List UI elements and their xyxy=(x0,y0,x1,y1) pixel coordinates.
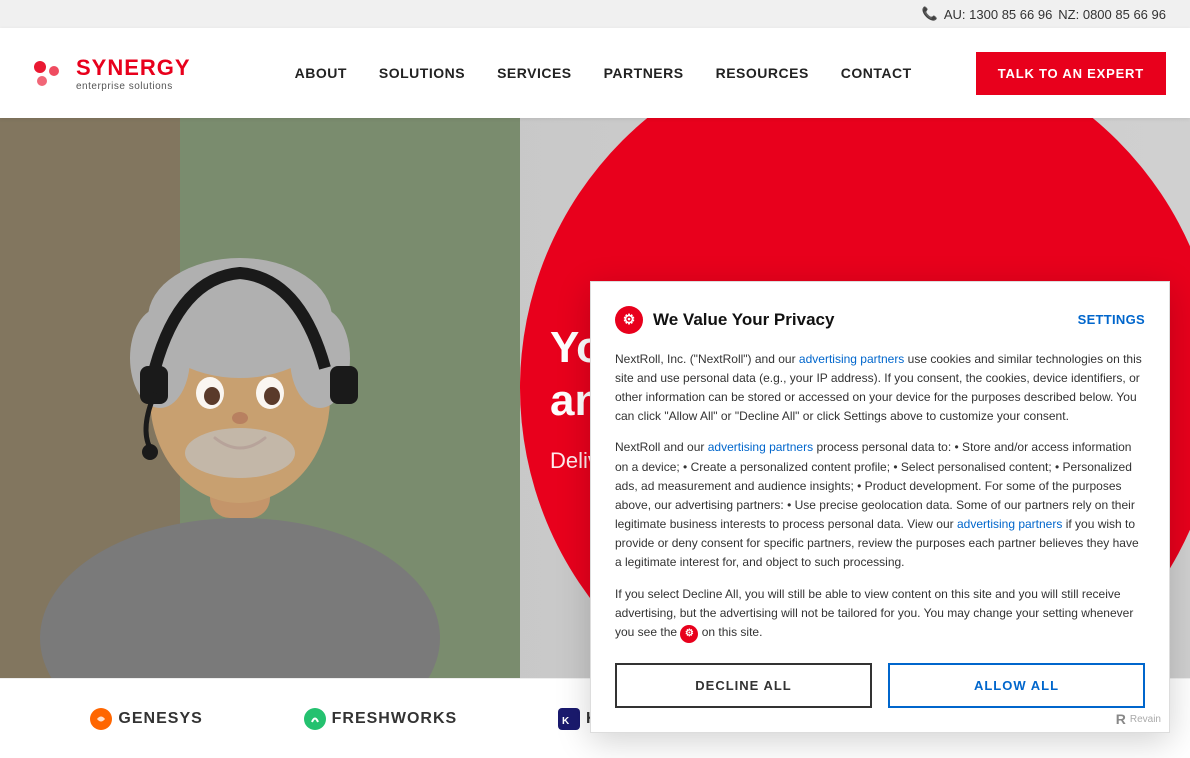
site-header: SYNERGY enterprise solutions ABOUT SOLUT… xyxy=(0,28,1190,118)
freshworks-icon xyxy=(304,708,326,730)
partner-freshworks: freshworks xyxy=(304,708,458,730)
privacy-title: We Value Your Privacy xyxy=(653,310,834,330)
nz-phone: NZ: 0800 85 66 96 xyxy=(1058,7,1166,22)
partner-genesys: GENESYS xyxy=(90,708,202,730)
genesys-icon xyxy=(90,708,112,730)
nav-resources[interactable]: RESOURCES xyxy=(716,65,809,81)
main-nav: ABOUT SOLUTIONS SERVICES PARTNERS RESOUR… xyxy=(231,65,976,81)
phone-info: 📞 AU: 1300 85 66 96 NZ: 0800 85 66 96 xyxy=(922,6,1166,22)
revain-badge: R Revain xyxy=(1116,711,1161,727)
logo-name: SYNERGY xyxy=(76,55,191,81)
privacy-title-group: ⚙ We Value Your Privacy xyxy=(615,306,834,334)
settings-icon-inline: ⚙ xyxy=(680,625,698,643)
privacy-settings-link[interactable]: SETTINGS xyxy=(1078,312,1145,327)
nav-about[interactable]: ABOUT xyxy=(295,65,347,81)
privacy-modal: ⚙ We Value Your Privacy SETTINGS NextRol… xyxy=(590,281,1170,733)
allow-all-button[interactable]: ALLOW ALL xyxy=(888,663,1145,708)
privacy-actions: DECLINE ALL ALLOW ALL xyxy=(615,663,1145,708)
kore-icon: k xyxy=(558,708,580,730)
advertising-partners-link-2[interactable]: advertising partners xyxy=(708,440,813,454)
advertising-partners-link-1[interactable]: advertising partners xyxy=(799,352,904,366)
decline-all-button[interactable]: DECLINE ALL xyxy=(615,663,872,708)
svg-text:k: k xyxy=(562,716,570,727)
privacy-body-2: NextRoll and our advertising partners pr… xyxy=(615,438,1145,572)
privacy-body-1: NextRoll, Inc. ("NextRoll") and our adve… xyxy=(615,350,1145,427)
logo-icon xyxy=(24,51,68,95)
nav-contact[interactable]: CONTACT xyxy=(841,65,912,81)
logo-sub: enterprise solutions xyxy=(76,81,191,92)
phone-icon: 📞 xyxy=(922,6,938,22)
nav-solutions[interactable]: SOLUTIONS xyxy=(379,65,465,81)
advertising-partners-link-3[interactable]: advertising partners xyxy=(957,517,1062,531)
privacy-logo-icon: ⚙ xyxy=(615,306,643,334)
nav-services[interactable]: SERVICES xyxy=(497,65,572,81)
logo-link[interactable]: SYNERGY enterprise solutions xyxy=(24,51,191,95)
nav-partners[interactable]: PARTNERS xyxy=(604,65,684,81)
privacy-header: ⚙ We Value Your Privacy SETTINGS xyxy=(615,306,1145,334)
top-bar: 📞 AU: 1300 85 66 96 NZ: 0800 85 66 96 xyxy=(0,0,1190,28)
logo-text: SYNERGY enterprise solutions xyxy=(76,55,191,92)
hero-person-image xyxy=(0,118,520,678)
privacy-body-3: If you select Decline All, you will stil… xyxy=(615,585,1145,643)
au-phone: AU: 1300 85 66 96 xyxy=(944,7,1052,22)
talk-to-expert-button[interactable]: TALK TO AN EXPERT xyxy=(976,52,1166,95)
